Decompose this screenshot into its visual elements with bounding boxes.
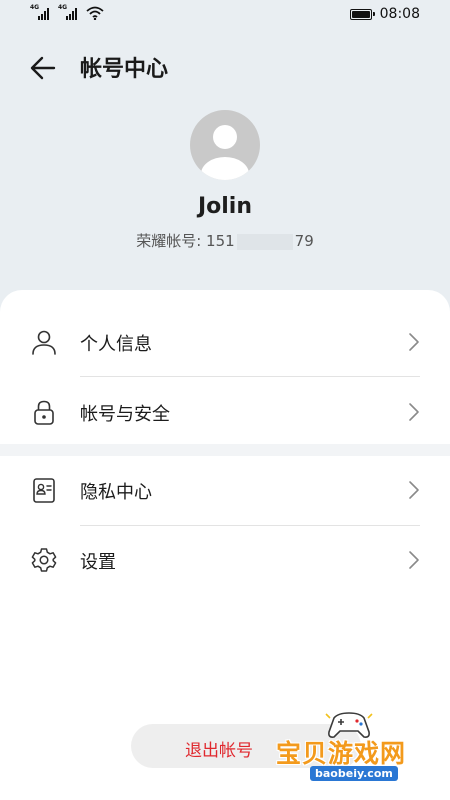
divider <box>80 376 420 377</box>
status-time: 08:08 <box>379 6 420 22</box>
back-arrow-icon <box>30 56 56 80</box>
watermark-text: 宝贝游戏网 <box>276 739 407 768</box>
group-separator <box>0 444 450 456</box>
signal-4g-icon: 4G <box>30 4 54 20</box>
watermark-logo: 宝贝游戏网 baobeiy.com <box>274 704 444 792</box>
default-avatar-icon <box>201 125 249 180</box>
signal-4g-icon: 4G <box>58 4 82 20</box>
avatar[interactable] <box>190 110 260 180</box>
page-title: 帐号中心 <box>80 57 169 82</box>
menu-item-account-security[interactable]: 帐号与安全 <box>0 382 450 442</box>
status-left: 4G 4G <box>30 4 104 20</box>
gear-icon <box>31 548 57 572</box>
chevron-right-icon <box>409 481 419 499</box>
chevron-right-icon <box>409 333 419 351</box>
wifi-icon <box>86 6 104 20</box>
divider <box>80 525 420 526</box>
menu-item-label: 隐私中心 <box>80 482 152 503</box>
status-bar: 4G 4G 08:08 <box>0 0 450 30</box>
lock-icon <box>34 400 54 425</box>
person-icon <box>32 330 56 355</box>
privacy-card-icon <box>33 478 55 503</box>
menu-item-label: 设置 <box>80 552 116 573</box>
watermark-url: baobeiy.com <box>310 766 398 781</box>
status-right: 08:08 <box>349 6 420 22</box>
header: 帐号中心 <box>0 42 450 92</box>
masked-digits <box>236 233 293 250</box>
menu-item-settings[interactable]: 设置 <box>0 530 450 590</box>
logout-label: 退出帐号 <box>185 741 253 761</box>
menu-item-privacy-center[interactable]: 隐私中心 <box>0 460 450 520</box>
account-number: 荣耀帐号: 151 79 <box>0 230 450 251</box>
menu-item-personal-info[interactable]: 个人信息 <box>0 312 450 372</box>
profile-name: Jolin <box>197 194 253 219</box>
account-suffix: 79 <box>294 232 314 250</box>
chevron-right-icon <box>409 403 419 421</box>
back-button[interactable] <box>26 50 62 86</box>
menu-item-label: 个人信息 <box>80 334 152 355</box>
account-prefix: 荣耀帐号: 151 <box>136 232 235 250</box>
chevron-right-icon <box>409 551 419 569</box>
menu-item-label: 帐号与安全 <box>80 404 170 425</box>
battery-icon <box>349 8 375 20</box>
